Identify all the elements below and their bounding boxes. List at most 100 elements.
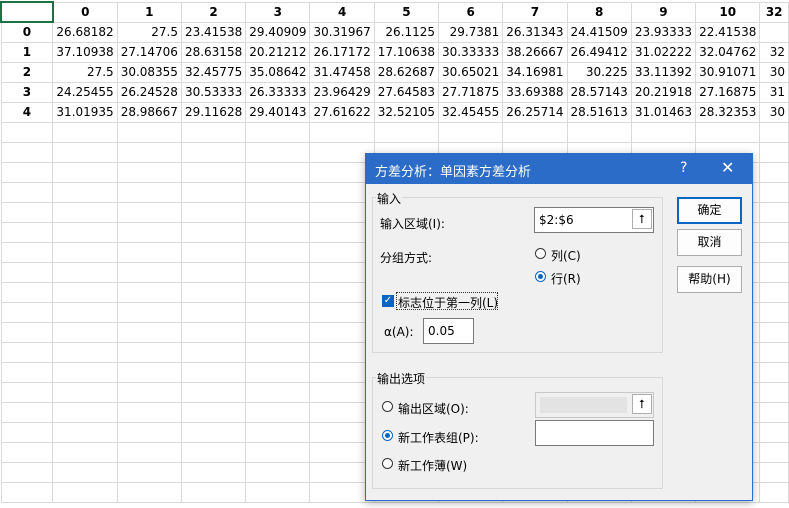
data-cell[interactable]: 30.65021 [438,61,504,83]
empty-cell[interactable] [52,121,118,143]
column-header[interactable]: 10 [695,1,761,23]
data-cell[interactable]: 26.17172 [309,41,375,63]
radio-columns-label[interactable]: 列(C) [551,247,581,264]
empty-cell[interactable] [438,121,504,143]
empty-cell[interactable] [759,141,789,163]
empty-cell[interactable] [245,441,311,463]
empty-cell[interactable] [245,361,311,383]
cancel-button[interactable]: 取消 [677,229,742,256]
data-cell[interactable]: 29.40909 [245,21,311,43]
data-cell[interactable]: 28.98667 [116,101,182,123]
empty-cell[interactable] [116,421,182,443]
empty-cell[interactable] [0,401,54,423]
empty-cell[interactable] [566,121,632,143]
empty-cell[interactable] [0,221,54,243]
empty-cell[interactable] [116,361,182,383]
empty-cell[interactable] [245,241,311,263]
data-cell[interactable]: 23.96429 [309,81,375,103]
empty-cell[interactable] [759,381,789,403]
data-cell[interactable]: 33.11392 [630,61,697,83]
empty-cell[interactable] [116,481,182,503]
empty-cell[interactable] [0,321,54,343]
empty-cell[interactable] [116,401,182,423]
empty-cell[interactable] [0,381,54,403]
data-cell[interactable]: 20.21212 [245,41,311,63]
empty-cell[interactable] [180,121,247,143]
data-cell[interactable]: 23.93333 [630,21,697,43]
empty-cell[interactable] [759,321,789,343]
empty-cell[interactable] [759,121,789,143]
empty-cell[interactable] [759,161,789,183]
empty-cell[interactable] [52,481,118,503]
data-cell[interactable]: 32.45775 [180,61,247,83]
data-cell[interactable]: 24.25455 [52,81,118,103]
data-cell[interactable]: 26.24528 [116,81,182,103]
column-header[interactable]: 9 [630,1,697,23]
labels-first-column-checkbox[interactable]: ✓ [382,295,394,307]
empty-cell[interactable] [52,461,118,483]
data-cell[interactable]: 29.40143 [245,101,311,123]
empty-cell[interactable] [116,181,182,203]
empty-cell[interactable] [52,141,118,163]
new-worksheet-label[interactable]: 新工作表组(P): [398,429,479,446]
data-cell[interactable]: 30.53333 [180,81,247,103]
empty-cell[interactable] [116,141,182,163]
data-cell[interactable]: 28.51613 [566,101,632,123]
empty-cell[interactable] [52,421,118,443]
empty-cell[interactable] [180,201,247,223]
empty-cell[interactable] [180,301,247,323]
empty-cell[interactable] [630,121,697,143]
empty-cell[interactable] [116,241,182,263]
empty-cell[interactable] [0,201,54,223]
empty-cell[interactable] [0,161,54,183]
data-cell[interactable]: 17.10638 [373,41,440,63]
empty-cell[interactable] [0,281,54,303]
data-cell[interactable]: 30.31967 [309,21,375,43]
data-cell[interactable]: 26.31343 [502,21,568,43]
data-cell[interactable]: 28.63158 [180,41,247,63]
radio-new-workbook[interactable] [382,458,393,469]
row-header[interactable]: 0 [0,21,54,43]
help-button[interactable]: 帮助(H) [677,266,742,293]
data-cell[interactable]: 37.10938 [52,41,118,63]
data-cell[interactable]: 30 [759,61,789,83]
empty-cell[interactable] [52,221,118,243]
empty-cell[interactable] [245,481,311,503]
empty-cell[interactable] [180,281,247,303]
column-header[interactable]: 32 [759,1,789,23]
empty-cell[interactable] [759,241,789,263]
data-cell[interactable]: 32.52105 [373,101,440,123]
empty-cell[interactable] [180,161,247,183]
column-header[interactable]: 2 [180,1,247,23]
empty-cell[interactable] [245,261,311,283]
empty-cell[interactable] [116,261,182,283]
data-cell[interactable]: 22.41538 [695,21,761,43]
empty-cell[interactable] [116,281,182,303]
empty-cell[interactable] [52,441,118,463]
empty-cell[interactable] [116,201,182,223]
empty-cell[interactable] [180,261,247,283]
empty-cell[interactable] [245,381,311,403]
empty-cell[interactable] [245,221,311,243]
empty-cell[interactable] [180,421,247,443]
radio-columns[interactable] [535,248,546,259]
empty-cell[interactable] [759,421,789,443]
column-header[interactable]: 0 [52,1,118,23]
data-cell[interactable]: 32.04762 [695,41,761,63]
empty-cell[interactable] [116,221,182,243]
labels-first-column-label[interactable]: 标志位于第一列(L) [398,294,498,311]
empty-cell[interactable] [502,121,568,143]
data-cell[interactable]: 31.01463 [630,101,697,123]
data-cell[interactable]: 28.57143 [566,81,632,103]
data-cell[interactable]: 26.33333 [245,81,311,103]
empty-cell[interactable] [0,421,54,443]
empty-cell[interactable] [116,321,182,343]
data-cell[interactable]: 27.14706 [116,41,182,63]
empty-cell[interactable] [180,381,247,403]
alpha-input[interactable]: 0.05 [423,318,474,344]
empty-cell[interactable] [759,341,789,363]
data-cell[interactable] [759,21,789,43]
empty-cell[interactable] [245,181,311,203]
data-cell[interactable]: 24.41509 [566,21,632,43]
new-workbook-label[interactable]: 新工作薄(W) [398,457,467,474]
